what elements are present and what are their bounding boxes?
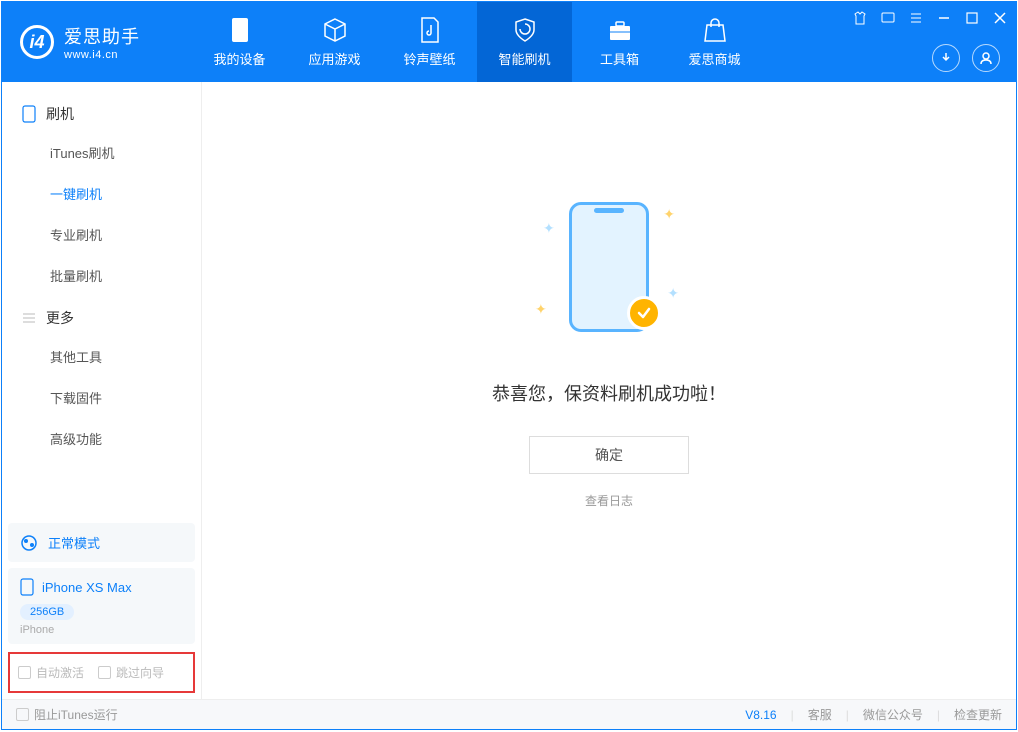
sidebar-item-advanced[interactable]: 高级功能 [2, 418, 201, 459]
header-right [932, 44, 1000, 72]
sidebar-section-more: 更多 [2, 296, 201, 336]
account-button[interactable] [972, 44, 1000, 72]
nav-ringtones[interactable]: 铃声壁纸 [382, 2, 477, 82]
sidebar-item-other-tools[interactable]: 其他工具 [2, 336, 201, 377]
sparkle-icon: ✦ [543, 220, 555, 237]
device-storage-badge: 256GB [20, 604, 74, 620]
bag-icon [702, 17, 728, 43]
logo-area: i4 爱思助手 www.i4.cn [2, 23, 192, 61]
nav-flash[interactable]: 智能刷机 [477, 2, 572, 82]
sidebar-item-pro-flash[interactable]: 专业刷机 [2, 214, 201, 255]
sidebar-section-label: 刷机 [46, 104, 74, 124]
sidebar-section-flash: 刷机 [2, 92, 201, 132]
sidebar-item-one-key-flash[interactable]: 一键刷机 [2, 173, 201, 214]
checkbox-icon [98, 666, 111, 679]
device-card[interactable]: iPhone XS Max 256GB iPhone [8, 568, 195, 644]
download-button[interactable] [932, 44, 960, 72]
app-header: i4 爱思助手 www.i4.cn 我的设备 应用游戏 铃声壁纸 智能刷机 [2, 2, 1016, 82]
app-name: 爱思助手 [64, 23, 140, 49]
checkbox-label: 阻止iTunes运行 [34, 706, 118, 723]
confirm-button[interactable]: 确定 [529, 436, 689, 474]
separator: | [791, 708, 794, 722]
logo-icon: i4 [20, 25, 54, 59]
nav-label: 工具箱 [600, 49, 639, 68]
minimize-button[interactable] [936, 10, 952, 26]
checkbox-auto-activate[interactable]: 自动激活 [18, 664, 84, 681]
nav-label: 应用游戏 [308, 49, 360, 68]
check-badge-icon [627, 296, 661, 330]
sidebar-item-itunes-flash[interactable]: iTunes刷机 [2, 132, 201, 173]
list-icon [22, 311, 36, 325]
footer-link-update[interactable]: 检查更新 [954, 706, 1002, 723]
music-file-icon [417, 17, 443, 43]
device-name: iPhone XS Max [42, 580, 132, 595]
mode-label: 正常模式 [48, 533, 100, 552]
nav-label: 智能刷机 [498, 49, 550, 68]
sparkle-icon: ✦ [663, 206, 675, 223]
mode-card[interactable]: 正常模式 [8, 523, 195, 562]
nav-my-device[interactable]: 我的设备 [192, 2, 287, 82]
toolbox-icon [607, 17, 633, 43]
sidebar-section-label: 更多 [46, 308, 74, 328]
sidebar-item-batch-flash[interactable]: 批量刷机 [2, 255, 201, 296]
checkbox-label: 自动激活 [36, 664, 84, 681]
sparkle-icon: ✦ [535, 301, 547, 318]
shield-icon [512, 17, 538, 43]
shirt-icon[interactable] [852, 10, 868, 26]
maximize-button[interactable] [964, 10, 980, 26]
checkbox-icon [18, 666, 31, 679]
sidebar: 刷机 iTunes刷机 一键刷机 专业刷机 批量刷机 更多 其他工具 下载固件 … [2, 82, 202, 699]
separator: | [846, 708, 849, 722]
main-content: ✦ ✦ ✦ ✦ 恭喜您，保资料刷机成功啦！ 确定 查看日志 [202, 82, 1016, 699]
nav-apps[interactable]: 应用游戏 [287, 2, 382, 82]
nav-label: 铃声壁纸 [403, 49, 455, 68]
view-log-link[interactable]: 查看日志 [585, 492, 633, 509]
main-nav: 我的设备 应用游戏 铃声壁纸 智能刷机 工具箱 爱思商城 [192, 2, 762, 82]
nav-toolbox[interactable]: 工具箱 [572, 2, 667, 82]
footer-link-wechat[interactable]: 微信公众号 [863, 706, 923, 723]
nav-store[interactable]: 爱思商城 [667, 2, 762, 82]
sidebar-item-download-firmware[interactable]: 下载固件 [2, 377, 201, 418]
sparkle-icon: ✦ [667, 285, 679, 302]
nav-label: 爱思商城 [688, 49, 740, 68]
highlighted-options: 自动激活 跳过向导 [8, 652, 195, 693]
success-illustration: ✦ ✦ ✦ ✦ [529, 192, 689, 352]
feedback-icon[interactable] [880, 10, 896, 26]
nav-label: 我的设备 [213, 49, 265, 68]
app-url: www.i4.cn [64, 49, 140, 61]
device-icon [22, 105, 36, 123]
device-type: iPhone [20, 624, 183, 636]
close-button[interactable] [992, 10, 1008, 26]
window-controls [852, 10, 1008, 26]
checkbox-label: 跳过向导 [116, 664, 164, 681]
cube-icon [322, 17, 348, 43]
checkbox-icon [16, 708, 29, 721]
phone-icon [227, 17, 253, 43]
menu-icon[interactable] [908, 10, 924, 26]
footer: 阻止iTunes运行 V8.16 | 客服 | 微信公众号 | 检查更新 [2, 699, 1016, 729]
checkbox-skip-guide[interactable]: 跳过向导 [98, 664, 164, 681]
version-label: V8.16 [745, 708, 776, 722]
separator: | [937, 708, 940, 722]
phone-icon [20, 578, 34, 596]
footer-link-support[interactable]: 客服 [808, 706, 832, 723]
checkbox-stop-itunes[interactable]: 阻止iTunes运行 [16, 706, 118, 723]
success-title: 恭喜您，保资料刷机成功啦！ [492, 380, 726, 406]
mode-icon [20, 534, 38, 552]
